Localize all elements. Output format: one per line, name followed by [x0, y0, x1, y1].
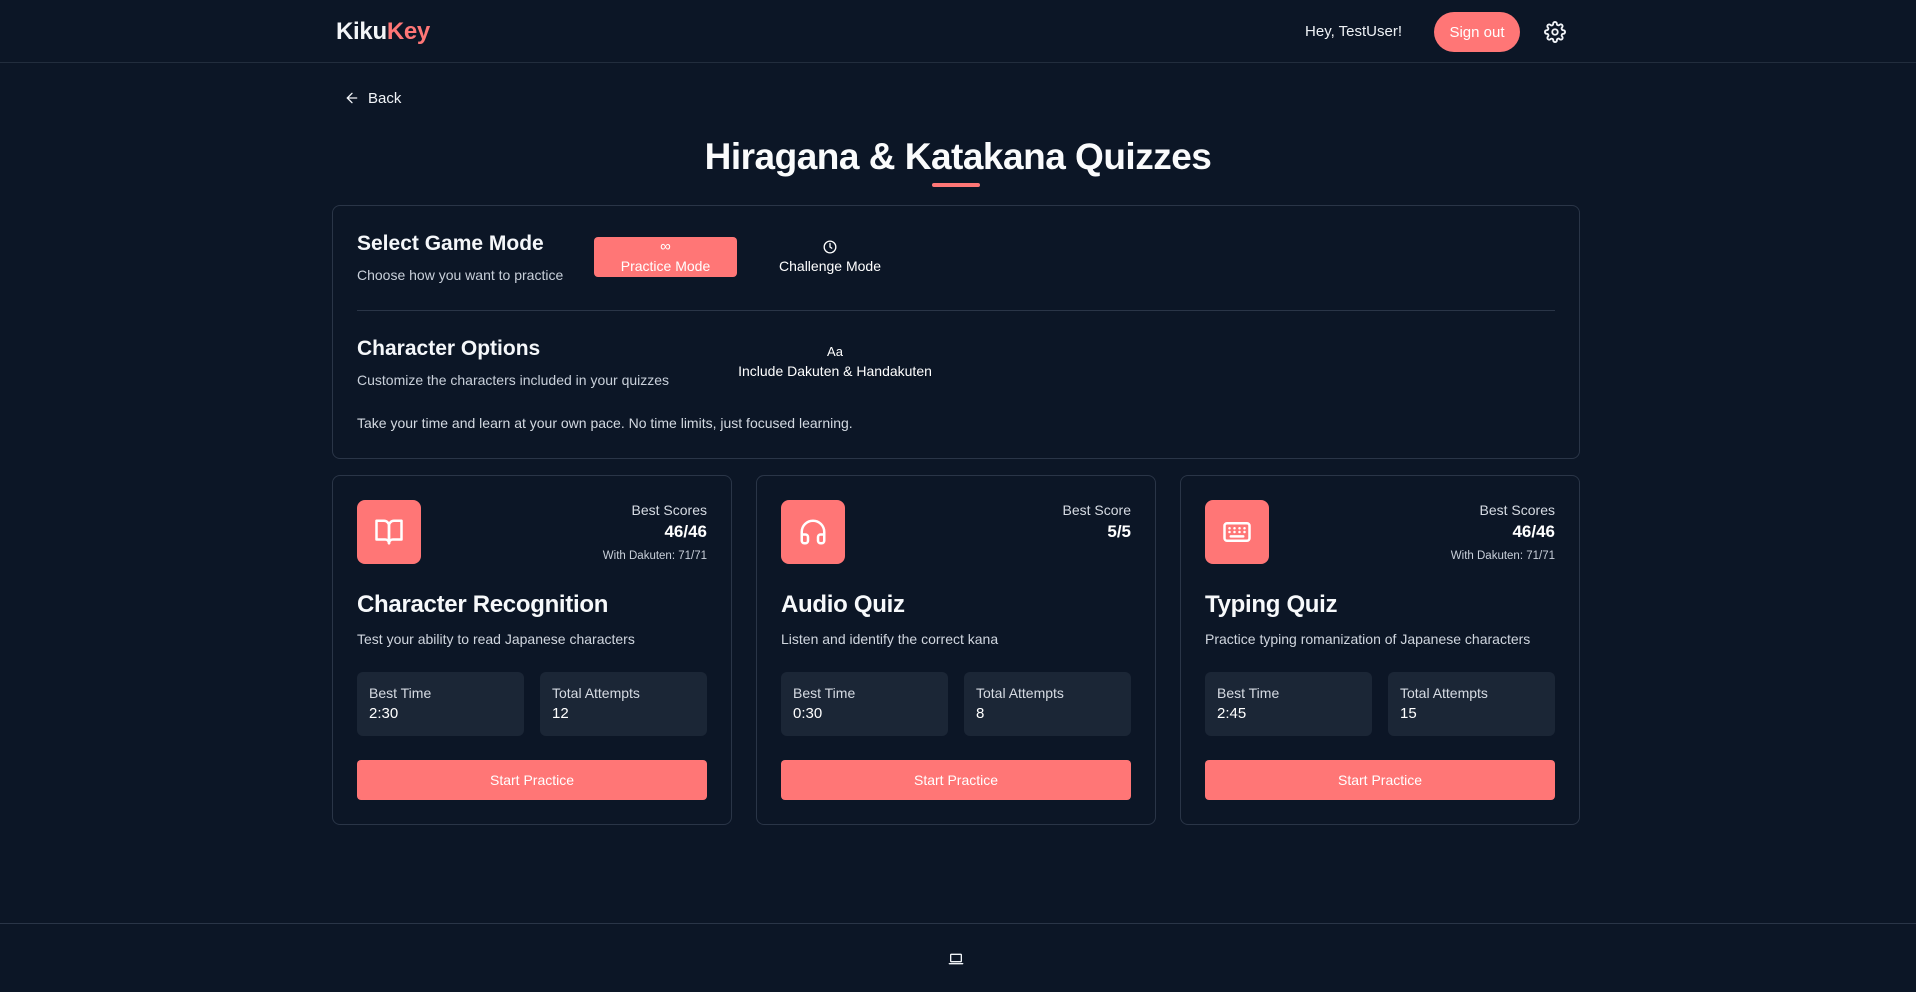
- dakuten-toggle-button[interactable]: Aa Include Dakuten & Handakuten: [725, 342, 945, 382]
- best-score-value: 5/5: [1107, 522, 1131, 541]
- gear-icon[interactable]: [1544, 21, 1566, 43]
- quiz-card-character-recognition: Best Scores 46/46 With Dakuten: 71/71 Ch…: [332, 475, 732, 825]
- text-case-icon: Aa: [827, 344, 843, 359]
- game-mode-title: Select Game Mode: [357, 232, 544, 255]
- page-title: Hiragana & Katakana Quizzes: [704, 136, 1212, 177]
- logo-part-kiku: Kiku: [336, 18, 387, 45]
- dakuten-toggle-label: Include Dakuten & Handakuten: [738, 363, 932, 379]
- best-score-value: 46/46: [664, 522, 707, 541]
- quiz-description: Test your ability to read Japanese chara…: [357, 631, 635, 647]
- quiz-options-panel: Select Game Mode Choose how you want to …: [332, 205, 1580, 459]
- practice-mode-button[interactable]: ∞ Practice Mode: [594, 237, 737, 277]
- best-time-value: 2:30: [369, 705, 399, 722]
- best-score-value: 46/46: [1512, 522, 1555, 541]
- total-attempts-value: 8: [976, 705, 985, 722]
- quiz-title: Typing Quiz: [1205, 591, 1338, 618]
- top-header: KikuKey Hey, TestUser! Sign out: [0, 0, 1916, 63]
- infinity-icon: ∞: [660, 238, 671, 255]
- best-time-label: Best Time: [1217, 685, 1280, 701]
- page-footer: [0, 923, 1916, 992]
- best-score-label: Best Scores: [1479, 502, 1555, 518]
- total-attempts-value: 15: [1400, 705, 1417, 722]
- total-attempts-label: Total Attempts: [1400, 685, 1488, 701]
- best-score-label: Best Score: [1062, 502, 1131, 518]
- title-underline: [932, 183, 980, 187]
- best-time-label: Best Time: [793, 685, 856, 701]
- total-attempts-stat: Total Attempts 12: [540, 672, 707, 736]
- sign-out-button[interactable]: Sign out: [1434, 12, 1520, 52]
- book-icon: [357, 500, 421, 564]
- quiz-title: Audio Quiz: [781, 591, 905, 618]
- practice-mode-label: Practice Mode: [620, 258, 711, 274]
- start-practice-button[interactable]: Start Practice: [781, 760, 1131, 800]
- total-attempts-stat: Total Attempts 8: [964, 672, 1131, 736]
- back-link[interactable]: Back: [344, 88, 401, 108]
- game-mode-subtitle: Choose how you want to practice: [357, 267, 564, 283]
- challenge-mode-button[interactable]: Challenge Mode: [765, 237, 895, 277]
- mode-description: Take your time and learn at your own pac…: [357, 415, 853, 431]
- start-practice-button[interactable]: Start Practice: [1205, 760, 1555, 800]
- quiz-description: Practice typing romanization of Japanese…: [1205, 631, 1531, 647]
- best-time-stat: Best Time 2:45: [1205, 672, 1372, 736]
- dakuten-score: With Dakuten: 71/71: [602, 550, 707, 562]
- clock-icon: [823, 240, 837, 254]
- best-time-label: Best Time: [369, 685, 432, 701]
- headphones-icon: [781, 500, 845, 564]
- keyboard-icon: [1205, 500, 1269, 564]
- character-options-title: Character Options: [357, 337, 541, 360]
- quiz-title: Character Recognition: [357, 591, 609, 618]
- dakuten-score: With Dakuten: 71/71: [1450, 550, 1555, 562]
- logo-part-key: Key: [386, 18, 430, 45]
- total-attempts-label: Total Attempts: [552, 685, 640, 701]
- best-time-stat: Best Time 0:30: [781, 672, 948, 736]
- best-time-value: 2:45: [1217, 705, 1247, 722]
- start-practice-button[interactable]: Start Practice: [357, 760, 707, 800]
- best-score-label: Best Scores: [631, 502, 707, 518]
- character-options-subtitle: Customize the characters included in you…: [357, 372, 670, 388]
- total-attempts-label: Total Attempts: [976, 685, 1064, 701]
- section-divider: [357, 310, 1555, 311]
- best-time-stat: Best Time 2:30: [357, 672, 524, 736]
- app-logo[interactable]: KikuKey: [336, 18, 430, 46]
- total-attempts-value: 12: [552, 705, 569, 722]
- back-label: Back: [368, 89, 402, 107]
- best-time-value: 0:30: [793, 705, 823, 722]
- quiz-card-audio-quiz: Best Score 5/5 Audio Quiz Listen and ide…: [756, 475, 1156, 825]
- quiz-card-typing-quiz: Best Scores 46/46 With Dakuten: 71/71 Ty…: [1180, 475, 1580, 825]
- quiz-description: Listen and identify the correct kana: [781, 631, 999, 647]
- challenge-mode-label: Challenge Mode: [779, 258, 881, 274]
- arrow-left-icon: [346, 92, 358, 104]
- total-attempts-stat: Total Attempts 15: [1388, 672, 1555, 736]
- user-greeting: Hey, TestUser!: [1305, 23, 1402, 40]
- laptop-icon[interactable]: [948, 951, 964, 967]
